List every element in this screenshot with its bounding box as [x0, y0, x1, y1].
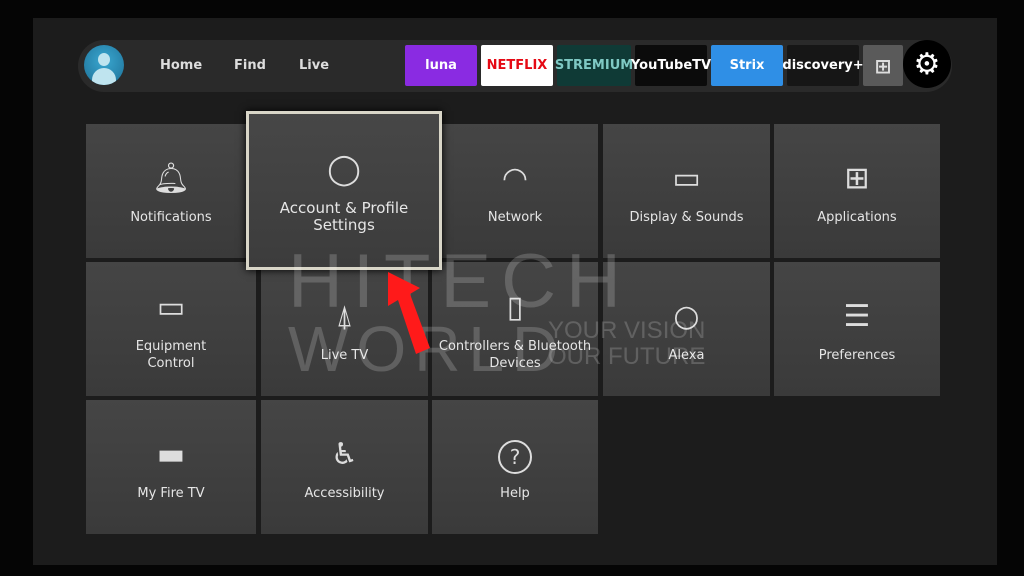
accessibility-icon: ♿︎ — [331, 436, 358, 472]
profile-avatar[interactable] — [84, 45, 124, 85]
help-icon: ? — [498, 433, 532, 477]
display-icon: ▭ — [672, 160, 701, 196]
firetv-stick-icon: ▬ — [156, 436, 186, 472]
app-tile-2[interactable]: STREMIUM — [555, 45, 633, 86]
settings-tile[interactable]: ⊞ Applications — [774, 124, 940, 258]
nav-home[interactable]: Home — [160, 58, 202, 73]
settings-tile[interactable]: ▬ My Fire TV — [86, 400, 256, 534]
app-tile-1[interactable]: NETFLIX — [481, 45, 553, 86]
tile-label: My Fire TV — [137, 485, 205, 501]
tile-label: Applications — [817, 209, 897, 225]
sliders-icon: ☰ — [843, 298, 871, 334]
app-tile-5[interactable]: discovery+ — [782, 45, 864, 86]
tile-label: Preferences — [818, 347, 896, 363]
tile-label: Live TV — [320, 347, 369, 363]
settings-gear-icon[interactable]: ⚙ — [903, 40, 951, 88]
tile-label: Help — [500, 485, 530, 501]
nav-find[interactable]: Find — [234, 58, 266, 73]
settings-tile[interactable]: ◯ Account & Profile Settings — [246, 111, 442, 270]
settings-tile[interactable]: ? Help — [432, 400, 598, 534]
app-tile-3[interactable]: YouTubeTV — [631, 45, 711, 86]
settings-tile[interactable]: 🔔︎ Notifications — [86, 124, 256, 258]
settings-tile[interactable]: ▯ Controllers & Bluetooth Devices — [432, 262, 598, 396]
user-icon: ◯ — [327, 151, 361, 187]
remote-icon: ▯ — [506, 290, 524, 325]
settings-tile[interactable]: ▭ Display & Sounds — [603, 124, 770, 258]
tile-label: Controllers & Bluetooth Devices — [438, 339, 592, 371]
tile-label: Alexa — [668, 347, 705, 363]
tile-label: Accessibility — [304, 485, 385, 501]
tile-label: Equipment Control — [135, 339, 207, 371]
tile-label: Notifications — [130, 209, 212, 225]
tile-label: Account & Profile Settings — [279, 198, 409, 234]
antenna-icon: ⍋ — [335, 298, 354, 334]
red-pointer-arrow — [388, 272, 430, 354]
settings-tile[interactable]: ▭ Equipment Control — [86, 262, 256, 396]
wifi-icon: ◠ — [501, 160, 529, 196]
settings-tile[interactable]: ☰ Preferences — [774, 262, 940, 396]
tile-label: Network — [487, 209, 543, 225]
app-tile-0[interactable]: luna — [405, 45, 477, 86]
bell-icon: 🔔︎ — [151, 160, 191, 196]
settings-tile[interactable]: ◠ Network — [432, 124, 598, 258]
apps-icon: ⊞ — [844, 160, 870, 196]
app-tile-4[interactable]: Strix — [711, 45, 783, 86]
alexa-icon: ○ — [673, 298, 700, 334]
settings-tile[interactable]: ○ Alexa — [603, 262, 770, 396]
settings-tile[interactable]: ♿︎ Accessibility — [261, 400, 428, 534]
tv-icon: ▭ — [156, 290, 186, 325]
tile-label: Display & Sounds — [629, 209, 744, 225]
nav-live[interactable]: Live — [299, 58, 329, 73]
all-apps-icon[interactable]: ⊞ — [863, 45, 903, 86]
